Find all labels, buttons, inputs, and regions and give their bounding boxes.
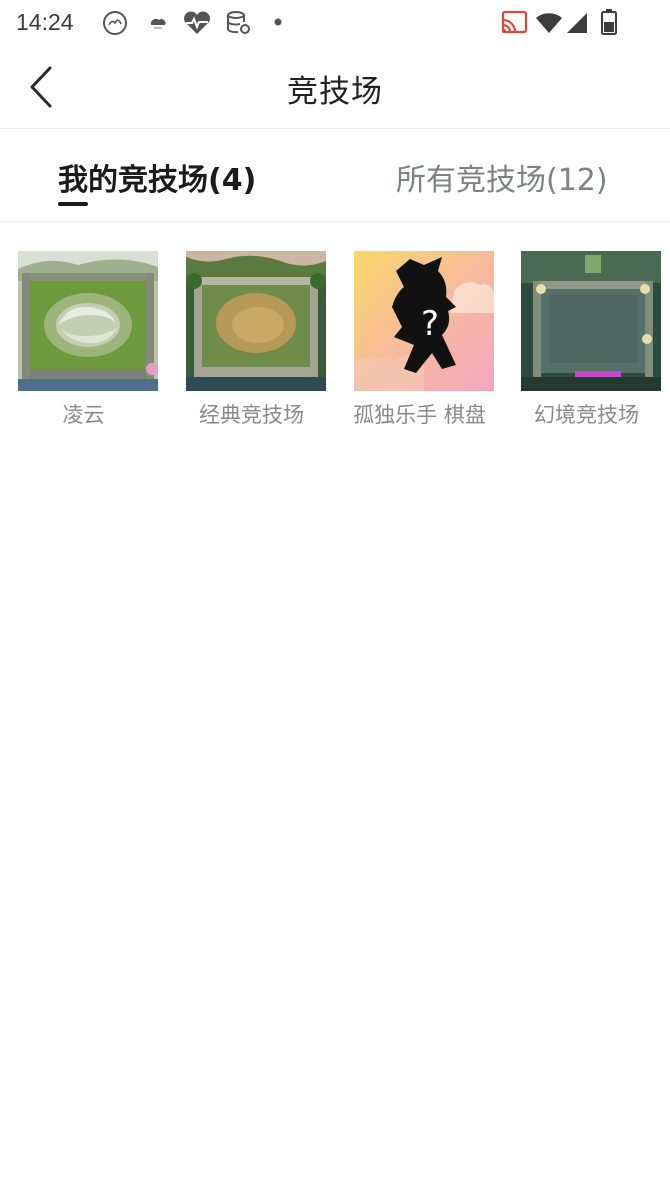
- arena-item[interactable]: 经典竞技场: [168, 251, 335, 429]
- arena-thumbnail: ?: [354, 251, 494, 391]
- arena-name: 孤独乐手 棋盘: [353, 403, 486, 427]
- page-title: 竞技场: [287, 74, 383, 110]
- cell-signal-icon: [567, 13, 587, 33]
- tab-my-arenas[interactable]: 我的竞技场(4): [58, 155, 256, 199]
- arena-thumbnail: [186, 251, 326, 391]
- battery-icon: [601, 9, 617, 35]
- arena-item[interactable]: 幻境竞技场: [503, 251, 670, 429]
- tab-bar: 我的竞技场(4) 所有竞技场(12): [0, 129, 670, 222]
- arena-grid: 凌云 经典竞技场 ? 孤独乐手 棋盘 幻境竞技场: [0, 251, 670, 431]
- arena-thumbnail: [521, 251, 661, 391]
- status-time: 14:24: [16, 9, 74, 35]
- app-header: 竞技场: [0, 46, 670, 129]
- cloud-face-icon: [103, 11, 127, 35]
- arena-item[interactable]: ? 孤独乐手 棋盘: [336, 251, 503, 429]
- weather-icon: [150, 18, 166, 29]
- heart-rate-icon: [184, 11, 210, 34]
- arena-thumbnail: [18, 251, 158, 391]
- dot-icon: [274, 18, 282, 26]
- arena-name: 经典竞技场: [199, 403, 304, 427]
- status-bar: 14:24: [0, 0, 670, 46]
- svg-text:?: ?: [421, 304, 439, 344]
- active-tab-indicator: [58, 202, 88, 206]
- arena-name: 凌云: [62, 403, 105, 427]
- arena-name: 幻境竞技场: [534, 403, 639, 427]
- database-settings-icon: [227, 11, 250, 34]
- wifi-icon: [536, 13, 562, 33]
- arena-item[interactable]: 凌云: [0, 251, 167, 429]
- tab-all-arenas[interactable]: 所有竞技场(12): [396, 155, 608, 199]
- cast-icon: [501, 10, 528, 34]
